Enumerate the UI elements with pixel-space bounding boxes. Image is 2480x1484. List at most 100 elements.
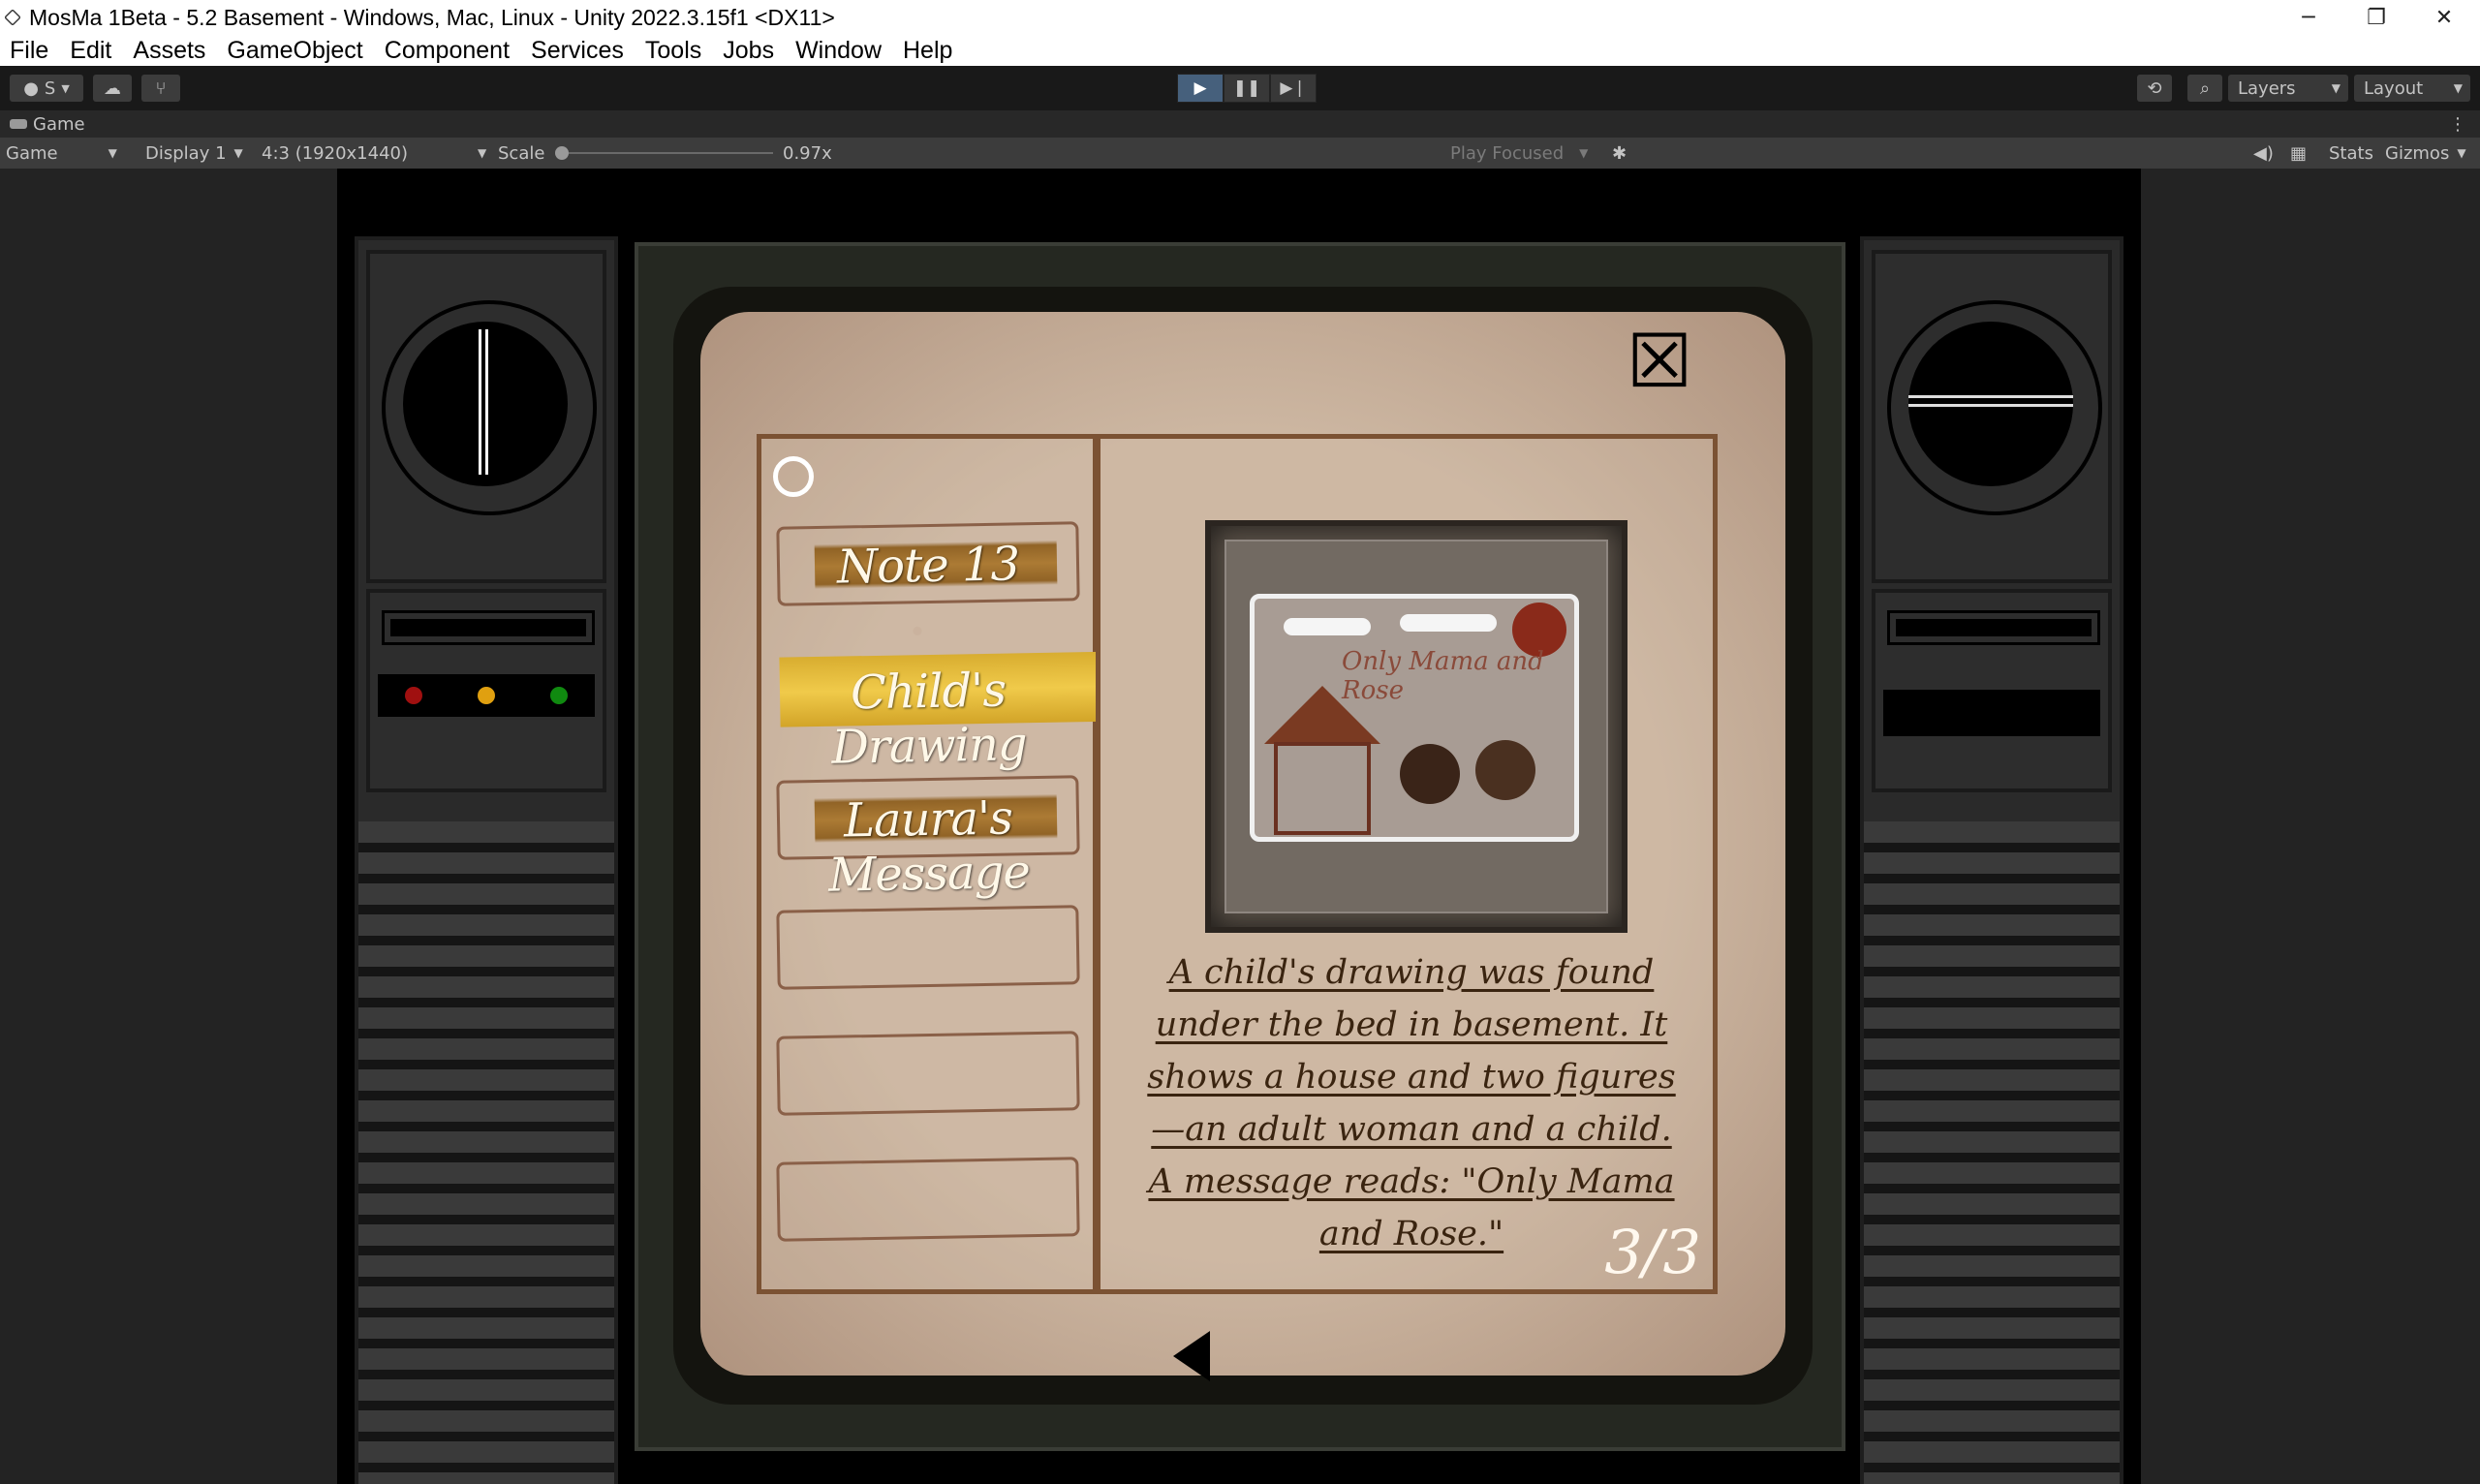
gizmos-label: Gizmos [2385, 142, 2450, 164]
journal-frame: ☒ Note 13 Child's Drawing Laura's Messag… [635, 242, 1845, 1451]
menu-help[interactable]: Help [903, 37, 952, 65]
play-controls: ▶ ❚❚ ▶❘ [1177, 74, 1317, 103]
game-viewport: ☒ Note 13 Child's Drawing Laura's Messag… [0, 169, 2480, 1484]
note-label: Child's Drawing [830, 663, 1028, 775]
green-light-icon [549, 687, 568, 704]
note-slot-empty[interactable] [776, 1157, 1080, 1242]
unity-app-icon [4, 9, 21, 26]
aspect-dropdown[interactable]: 4:3 (1920x1440) ▼ [262, 138, 486, 169]
menu-bar: File Edit Assets GameObject Component Se… [0, 35, 2480, 66]
left-console [355, 236, 618, 1484]
scale-slider-track[interactable] [562, 152, 773, 154]
gauge-needle [479, 329, 488, 475]
note-detail-page: Only Mama and Rose A child's drawing was… [1096, 434, 1718, 1294]
game-render-area: ☒ Note 13 Child's Drawing Laura's Messag… [337, 169, 2141, 1484]
aspect-label: 4:3 (1920x1440) [262, 142, 409, 164]
left-status-panel [366, 589, 606, 792]
note-slot-note-13[interactable]: Note 13 [776, 521, 1080, 606]
menu-edit[interactable]: Edit [70, 37, 111, 65]
menu-file[interactable]: File [10, 37, 48, 65]
red-light-icon [405, 687, 423, 704]
view-mode-dropdown[interactable]: Game ▼ [6, 138, 126, 169]
mute-audio-icon[interactable]: ◀) [2253, 138, 2274, 169]
note-label [780, 919, 1076, 924]
stats-button[interactable]: Stats [2329, 138, 2373, 169]
left-gauge-panel [366, 250, 606, 583]
note-description: A child's drawing was found under the be… [1147, 953, 1676, 1253]
minimize-button[interactable]: ─ [2275, 0, 2342, 35]
note-label: Note 13 [836, 537, 1020, 595]
step-button[interactable]: ▶❘ [1270, 74, 1317, 103]
menu-tools[interactable]: Tools [645, 37, 701, 65]
version-control-icon[interactable]: ⑂ [141, 75, 180, 102]
previous-page-arrow-icon[interactable] [1173, 1331, 1210, 1381]
right-gauge-panel [1872, 250, 2112, 583]
gizmos-dropdown[interactable]: Gizmos ▼ [2385, 138, 2466, 169]
status-bar-slot [1887, 610, 2100, 645]
note-label [780, 1045, 1076, 1050]
history-icon[interactable]: ⟲ [2137, 75, 2172, 102]
house-roof-drawing [1264, 686, 1380, 744]
view-mode-label: Game [6, 142, 58, 164]
search-icon[interactable]: ⌕ [2187, 75, 2222, 102]
display-strip [1883, 690, 2100, 736]
window-title: MosMa 1Beta - 5.2 Basement - Windows, Ma… [29, 4, 835, 30]
close-journal-button[interactable]: ☒ [1626, 325, 1693, 398]
note-slot-childs-drawing[interactable]: Child's Drawing [776, 647, 1100, 775]
account-icon: ● [23, 77, 39, 99]
right-status-panel [1872, 589, 2112, 792]
grid-icon[interactable]: ▦ [2290, 138, 2307, 169]
layout-label: Layout [2364, 77, 2424, 99]
game-tab-bar: Game ⋮ [0, 110, 2480, 138]
scale-label: Scale [498, 142, 545, 164]
woman-figure-drawing [1475, 740, 1535, 800]
editor-toolbar: ● S ▼ ☁ ⑂ ▶ ❚❚ ▶❘ ⟲ ⌕ Layers ▼ Layout ▼ [0, 66, 2480, 110]
menu-component[interactable]: Component [385, 37, 510, 65]
circle-icon[interactable] [773, 456, 814, 497]
menu-services[interactable]: Services [531, 37, 624, 65]
journal-paper: ☒ Note 13 Child's Drawing Laura's Messag… [700, 312, 1785, 1381]
play-button[interactable]: ▶ [1177, 74, 1224, 103]
pause-button[interactable]: ❚❚ [1224, 74, 1270, 103]
layers-label: Layers [2238, 77, 2296, 99]
note-slot-empty[interactable] [776, 1031, 1080, 1116]
layers-dropdown[interactable]: Layers ▼ [2228, 75, 2348, 102]
right-console [1860, 236, 2124, 1484]
gamepad-icon [10, 119, 27, 129]
display-dropdown[interactable]: Display 1 ▼ [145, 138, 243, 169]
indicator-lights [378, 674, 595, 717]
right-gauge-dial [1908, 322, 2073, 486]
game-view-toolbar: Game ▼ Display 1 ▼ 4:3 (1920x1440) ▼ Scale … [0, 138, 2480, 169]
note-label [780, 1171, 1076, 1176]
amber-light-icon [477, 687, 495, 704]
gauge-needle [1908, 395, 2073, 407]
note-slot-empty[interactable] [776, 905, 1080, 990]
cloud-icon[interactable]: ☁ [93, 75, 132, 102]
maximize-button[interactable]: ❐ [2342, 0, 2410, 35]
window-title-bar: MosMa 1Beta - 5.2 Basement - Windows, Ma… [0, 0, 2480, 35]
child-figure-drawing [1400, 744, 1460, 804]
journal-bezel: ☒ Note 13 Child's Drawing Laura's Messag… [673, 287, 1813, 1405]
house-drawing [1274, 742, 1371, 835]
menu-window[interactable]: Window [795, 37, 882, 65]
close-window-button[interactable]: ✕ [2410, 0, 2478, 35]
scale-slider-handle[interactable] [555, 146, 569, 160]
menu-assets[interactable]: Assets [133, 37, 205, 65]
cloud-drawing [1284, 618, 1371, 635]
status-bar-slot [382, 610, 595, 645]
menu-jobs[interactable]: Jobs [723, 37, 774, 65]
note-slot-lauras-message[interactable]: Laura's Message [776, 775, 1080, 903]
notes-list-page: Note 13 Child's Drawing Laura's Message [757, 434, 1100, 1294]
account-label: S [44, 77, 56, 99]
layout-dropdown[interactable]: Layout ▼ [2354, 75, 2470, 102]
more-options-icon[interactable]: ⋮ [2449, 114, 2466, 135]
play-focused-dropdown[interactable]: Play Focused ▼ [1450, 138, 1588, 169]
play-focused-label: Play Focused [1450, 142, 1565, 164]
scale-value: 0.97x [783, 142, 832, 164]
bug-icon[interactable]: ✱ [1612, 138, 1627, 169]
cloud-drawing [1400, 614, 1497, 632]
menu-gameobject[interactable]: GameObject [227, 37, 362, 65]
account-dropdown[interactable]: ● S ▼ [10, 75, 83, 102]
page-counter: 3/3 [1604, 1217, 1701, 1287]
tab-game[interactable]: Game [33, 114, 85, 135]
